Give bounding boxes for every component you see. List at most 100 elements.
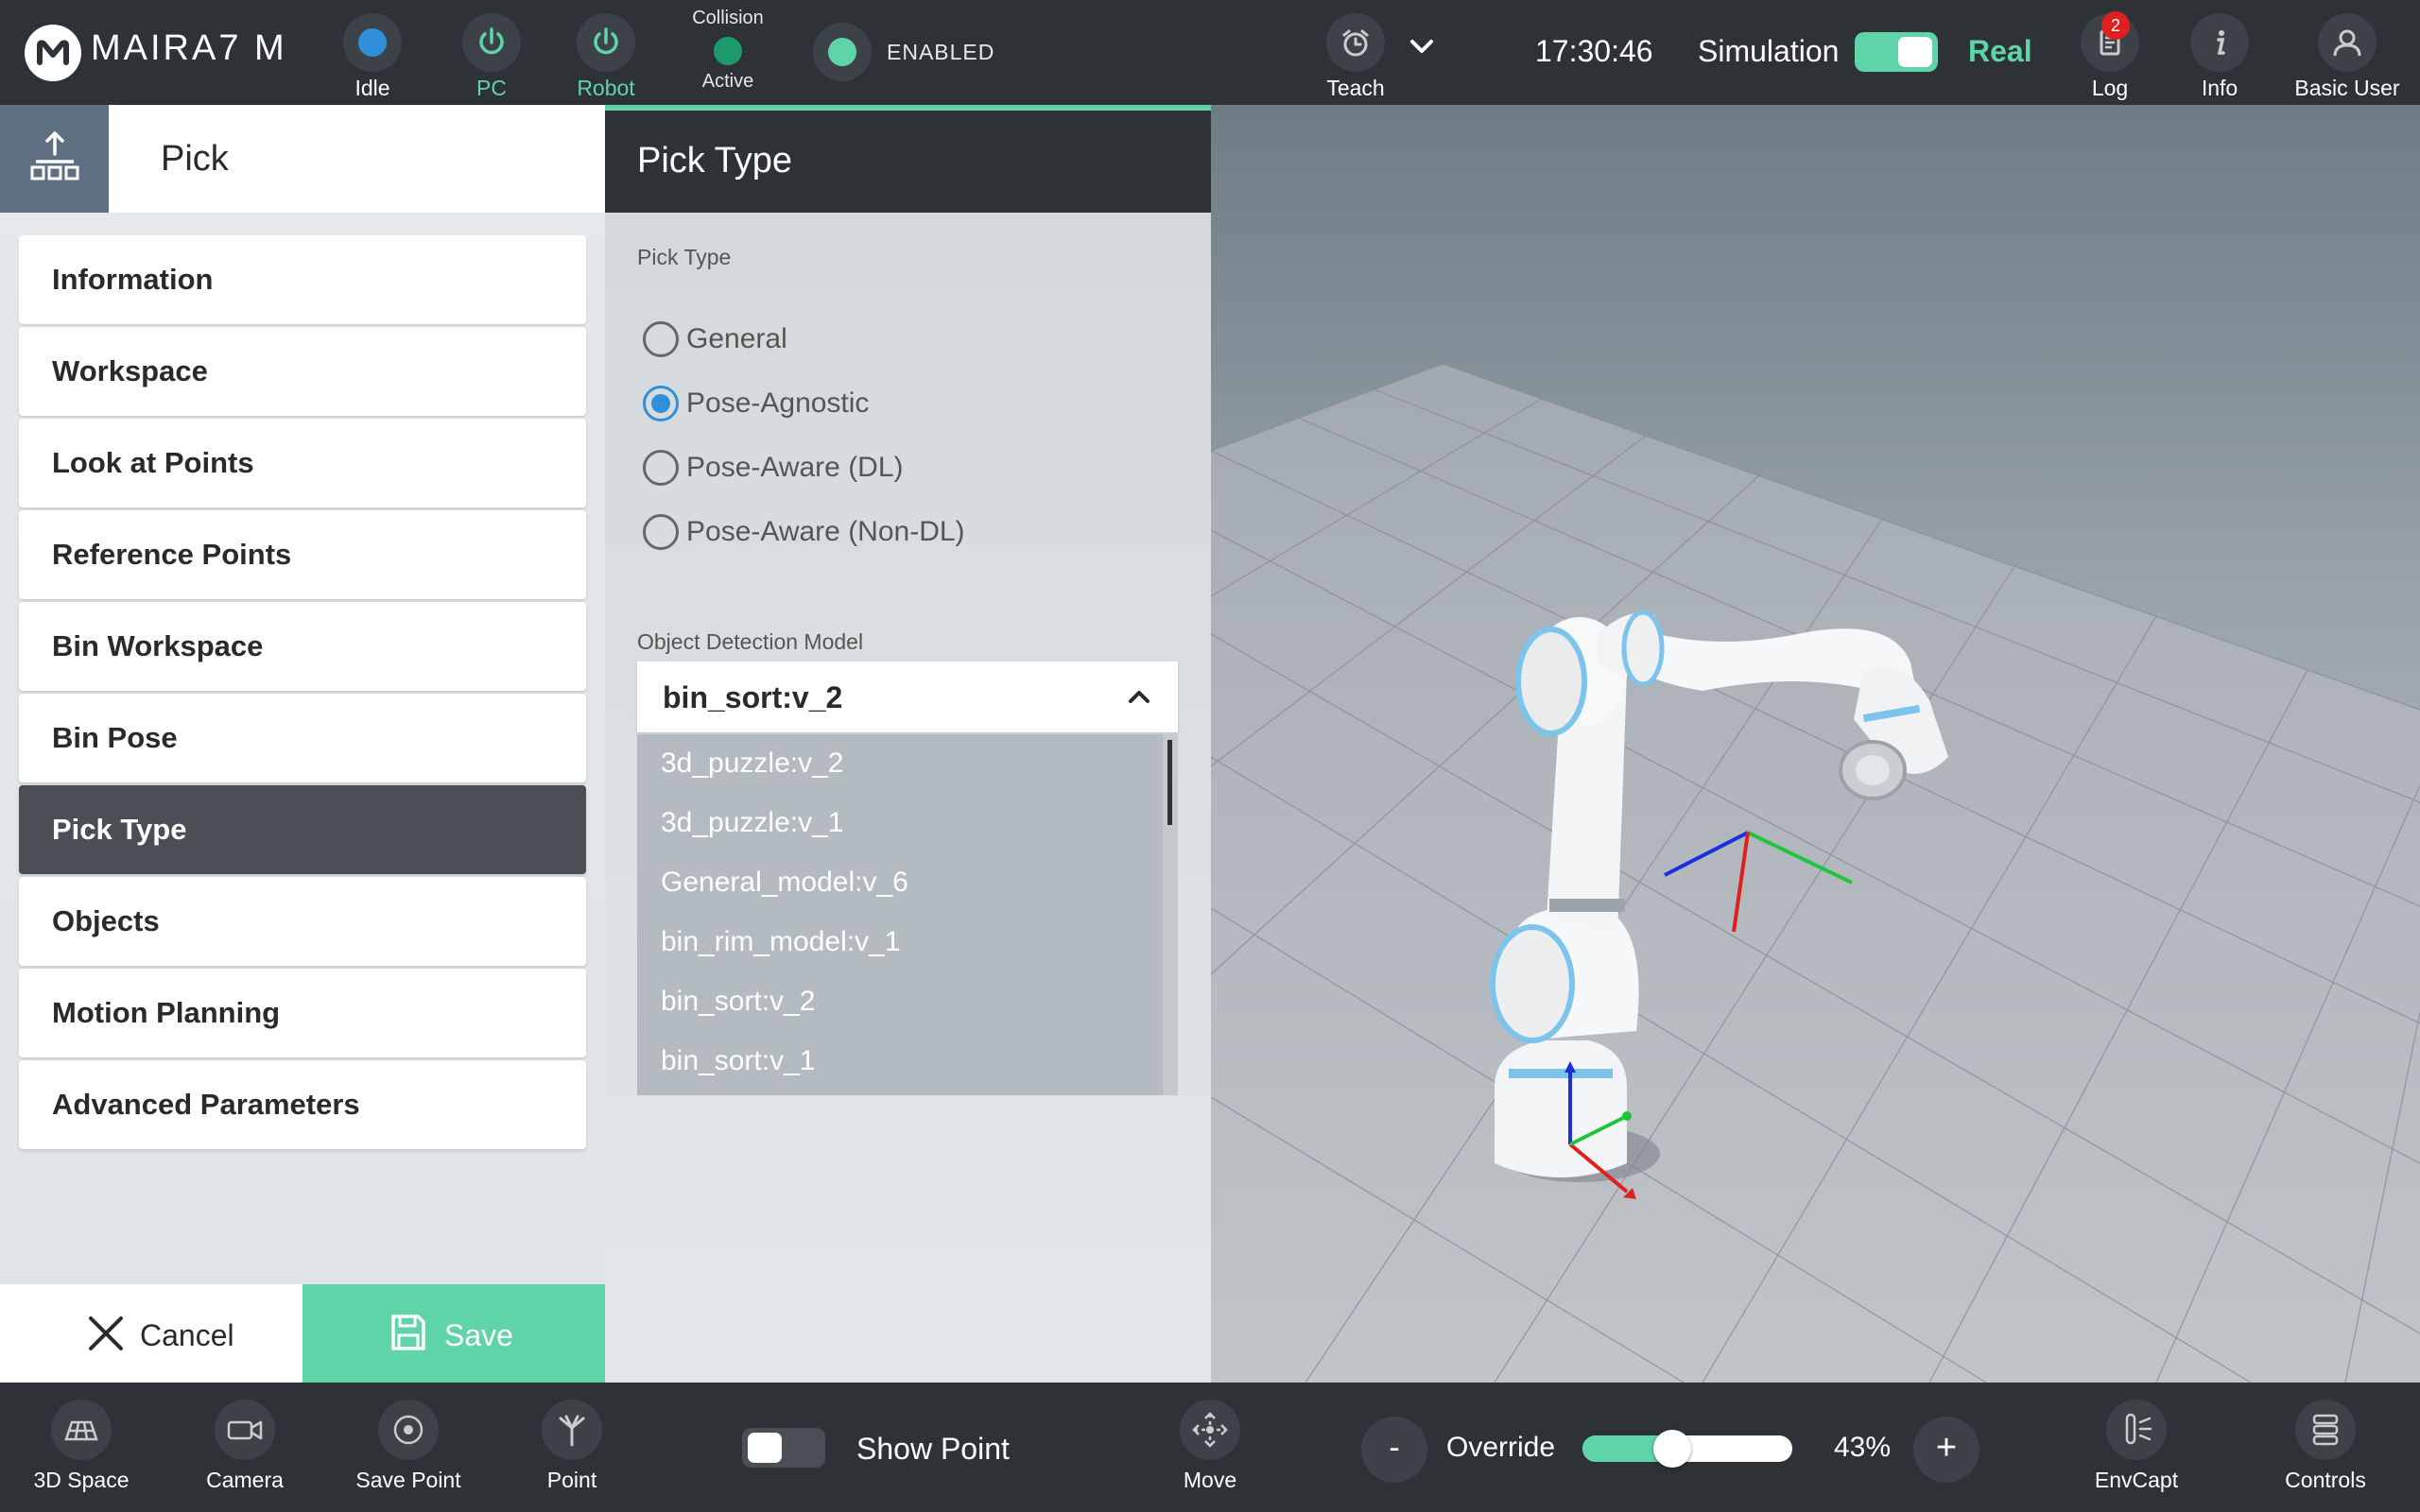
pick-type-panel: Pick Type Pick Type General Pose-Agnosti… [605,105,1211,1383]
save-point-button[interactable]: Save Point [342,1400,475,1493]
object-detection-model-select[interactable]: bin_sort:v_2 [637,662,1178,732]
radio-pose-aware-dl-label: Pose-Aware (DL) [686,452,904,483]
teach-icon [1342,29,1369,57]
log-button[interactable]: 2 Log [2053,8,2167,100]
close-icon [89,1316,123,1350]
save-disk-icon [391,1314,425,1350]
status-pc[interactable]: PC [435,8,548,100]
collision-status[interactable]: Collision Active [681,8,775,93]
menu-item-objects[interactable]: Objects [19,877,586,966]
idle-indicator-icon [358,28,387,57]
chevron-up-icon[interactable] [1125,682,1153,711]
radio-pose-aware-non-dl-label: Pose-Aware (Non-DL) [686,516,965,547]
menu-item-workspace[interactable]: Workspace [19,327,586,416]
target-point-icon [393,1415,424,1445]
enabled-button[interactable] [813,23,872,81]
pc-power-icon [479,27,504,55]
left-panel-header: Pick [0,105,605,213]
info-icon [2217,30,2225,55]
object-detection-model-label: Object Detection Model [637,629,864,654]
move-label: Move [1183,1468,1237,1492]
info-label: Info [2201,76,2238,100]
model-option[interactable]: bin_rim_model:v_1 [661,926,900,958]
status-idle-label: Idle [354,76,390,100]
camera-button[interactable]: Camera [179,1400,311,1493]
3d-space-button[interactable]: 3D Space [15,1400,147,1493]
robot-scene[interactable] [1211,105,2420,1383]
point-label: Point [546,1468,597,1492]
user-label: Basic User [2294,76,2400,100]
status-idle[interactable]: Idle [316,8,429,100]
override-decrease-button[interactable]: - [1361,1417,1427,1483]
brand-name: MAIRA7 M [91,28,287,68]
radio-pose-agnostic-label: Pose-Agnostic [686,387,870,419]
3d-viewport[interactable] [1211,105,2420,1383]
model-dropdown-list[interactable]: 3d_puzzle:v_2 3d_puzzle:v_1 General_mode… [637,734,1178,1095]
menu-item-look-at-points[interactable]: Look at Points [19,419,586,507]
radio-circle-icon [643,450,679,486]
teach-label: Teach [1326,76,1385,100]
menu-item-motion-planning[interactable]: Motion Planning [19,969,586,1057]
brand-logo-icon [25,25,81,81]
move-arrows-icon [1192,1412,1228,1448]
save-label: Save [444,1318,513,1352]
left-panel: Pick Information Workspace Look at Point… [0,105,605,1383]
dropdown-scrollbar[interactable] [1167,740,1172,825]
user-icon [2333,29,2361,57]
controls-stack-icon [2312,1414,2339,1446]
model-option[interactable]: General_model:v_6 [661,867,908,899]
info-button[interactable]: Info [2163,8,2276,100]
override-value: 43% [1834,1432,1892,1463]
collision-indicator-icon [714,37,742,65]
menu-item-information[interactable]: Information [19,235,586,324]
status-robot-label: Robot [577,76,635,100]
model-option[interactable]: bin_sort:v_1 [661,1045,815,1077]
point-button[interactable]: Point [506,1400,638,1493]
menu-item-pick-type[interactable]: Pick Type [19,785,586,874]
camera-label: Camera [206,1468,284,1492]
radio-circle-icon [643,321,679,357]
model-option[interactable]: 3d_puzzle:v_1 [661,807,843,839]
teach-button[interactable]: Teach [1299,8,1412,100]
top-bar: MAIRA7 M Idle PC Robot Collision Active … [0,0,2420,105]
log-label: Log [2091,76,2129,100]
3d-space-label: 3D Space [33,1468,130,1492]
collision-title: Collision [692,8,764,28]
model-option[interactable]: 3d_puzzle:v_2 [661,747,843,780]
log-badge: 2 [2101,11,2130,40]
status-robot[interactable]: Robot [549,8,663,100]
show-point-toggle[interactable] [742,1428,825,1468]
point-gripper-icon [559,1415,585,1447]
real-label: Real [1968,34,2032,68]
save-button[interactable]: Save [302,1284,605,1383]
simulation-real-toggle[interactable] [1855,32,1938,72]
override-slider-handle[interactable] [1653,1430,1692,1468]
cancel-label: Cancel [140,1318,234,1352]
enabled-label: ENABLED [887,40,995,64]
move-button[interactable]: Move [1144,1400,1276,1493]
pick-type-header: Pick Type [605,105,1211,213]
menu-item-bin-pose[interactable]: Bin Pose [19,694,586,782]
menu-item-advanced-parameters[interactable]: Advanced Parameters [19,1060,586,1149]
model-option[interactable]: bin_sort:v_2 [661,986,815,1018]
camera-icon [227,1420,263,1440]
pick-tree-icon [30,131,79,180]
override-increase-button[interactable]: + [1913,1417,1979,1483]
clock: 17:30:46 [1535,34,1653,68]
cancel-button[interactable]: Cancel [0,1284,302,1383]
show-point-label: Show Point [856,1432,1010,1466]
envcapt-sensor-icon [2125,1413,2152,1445]
envcapt-button[interactable]: EnvCapt [2070,1400,2203,1493]
robot-power-icon [594,27,618,55]
status-pc-label: PC [476,76,507,100]
radio-circle-icon [643,386,679,421]
simulation-label: Simulation [1698,34,1840,68]
menu-item-reference-points[interactable]: Reference Points [19,510,586,599]
pick-app-button[interactable] [0,105,109,213]
teach-dropdown-chevron-down-icon[interactable] [1403,28,1441,66]
enabled-indicator-icon [828,38,856,66]
controls-button[interactable]: Controls [2259,1400,2392,1493]
toggle-knob [1898,37,1932,67]
menu-item-bin-workspace[interactable]: Bin Workspace [19,602,586,691]
user-button[interactable]: Basic User [2286,8,2409,100]
